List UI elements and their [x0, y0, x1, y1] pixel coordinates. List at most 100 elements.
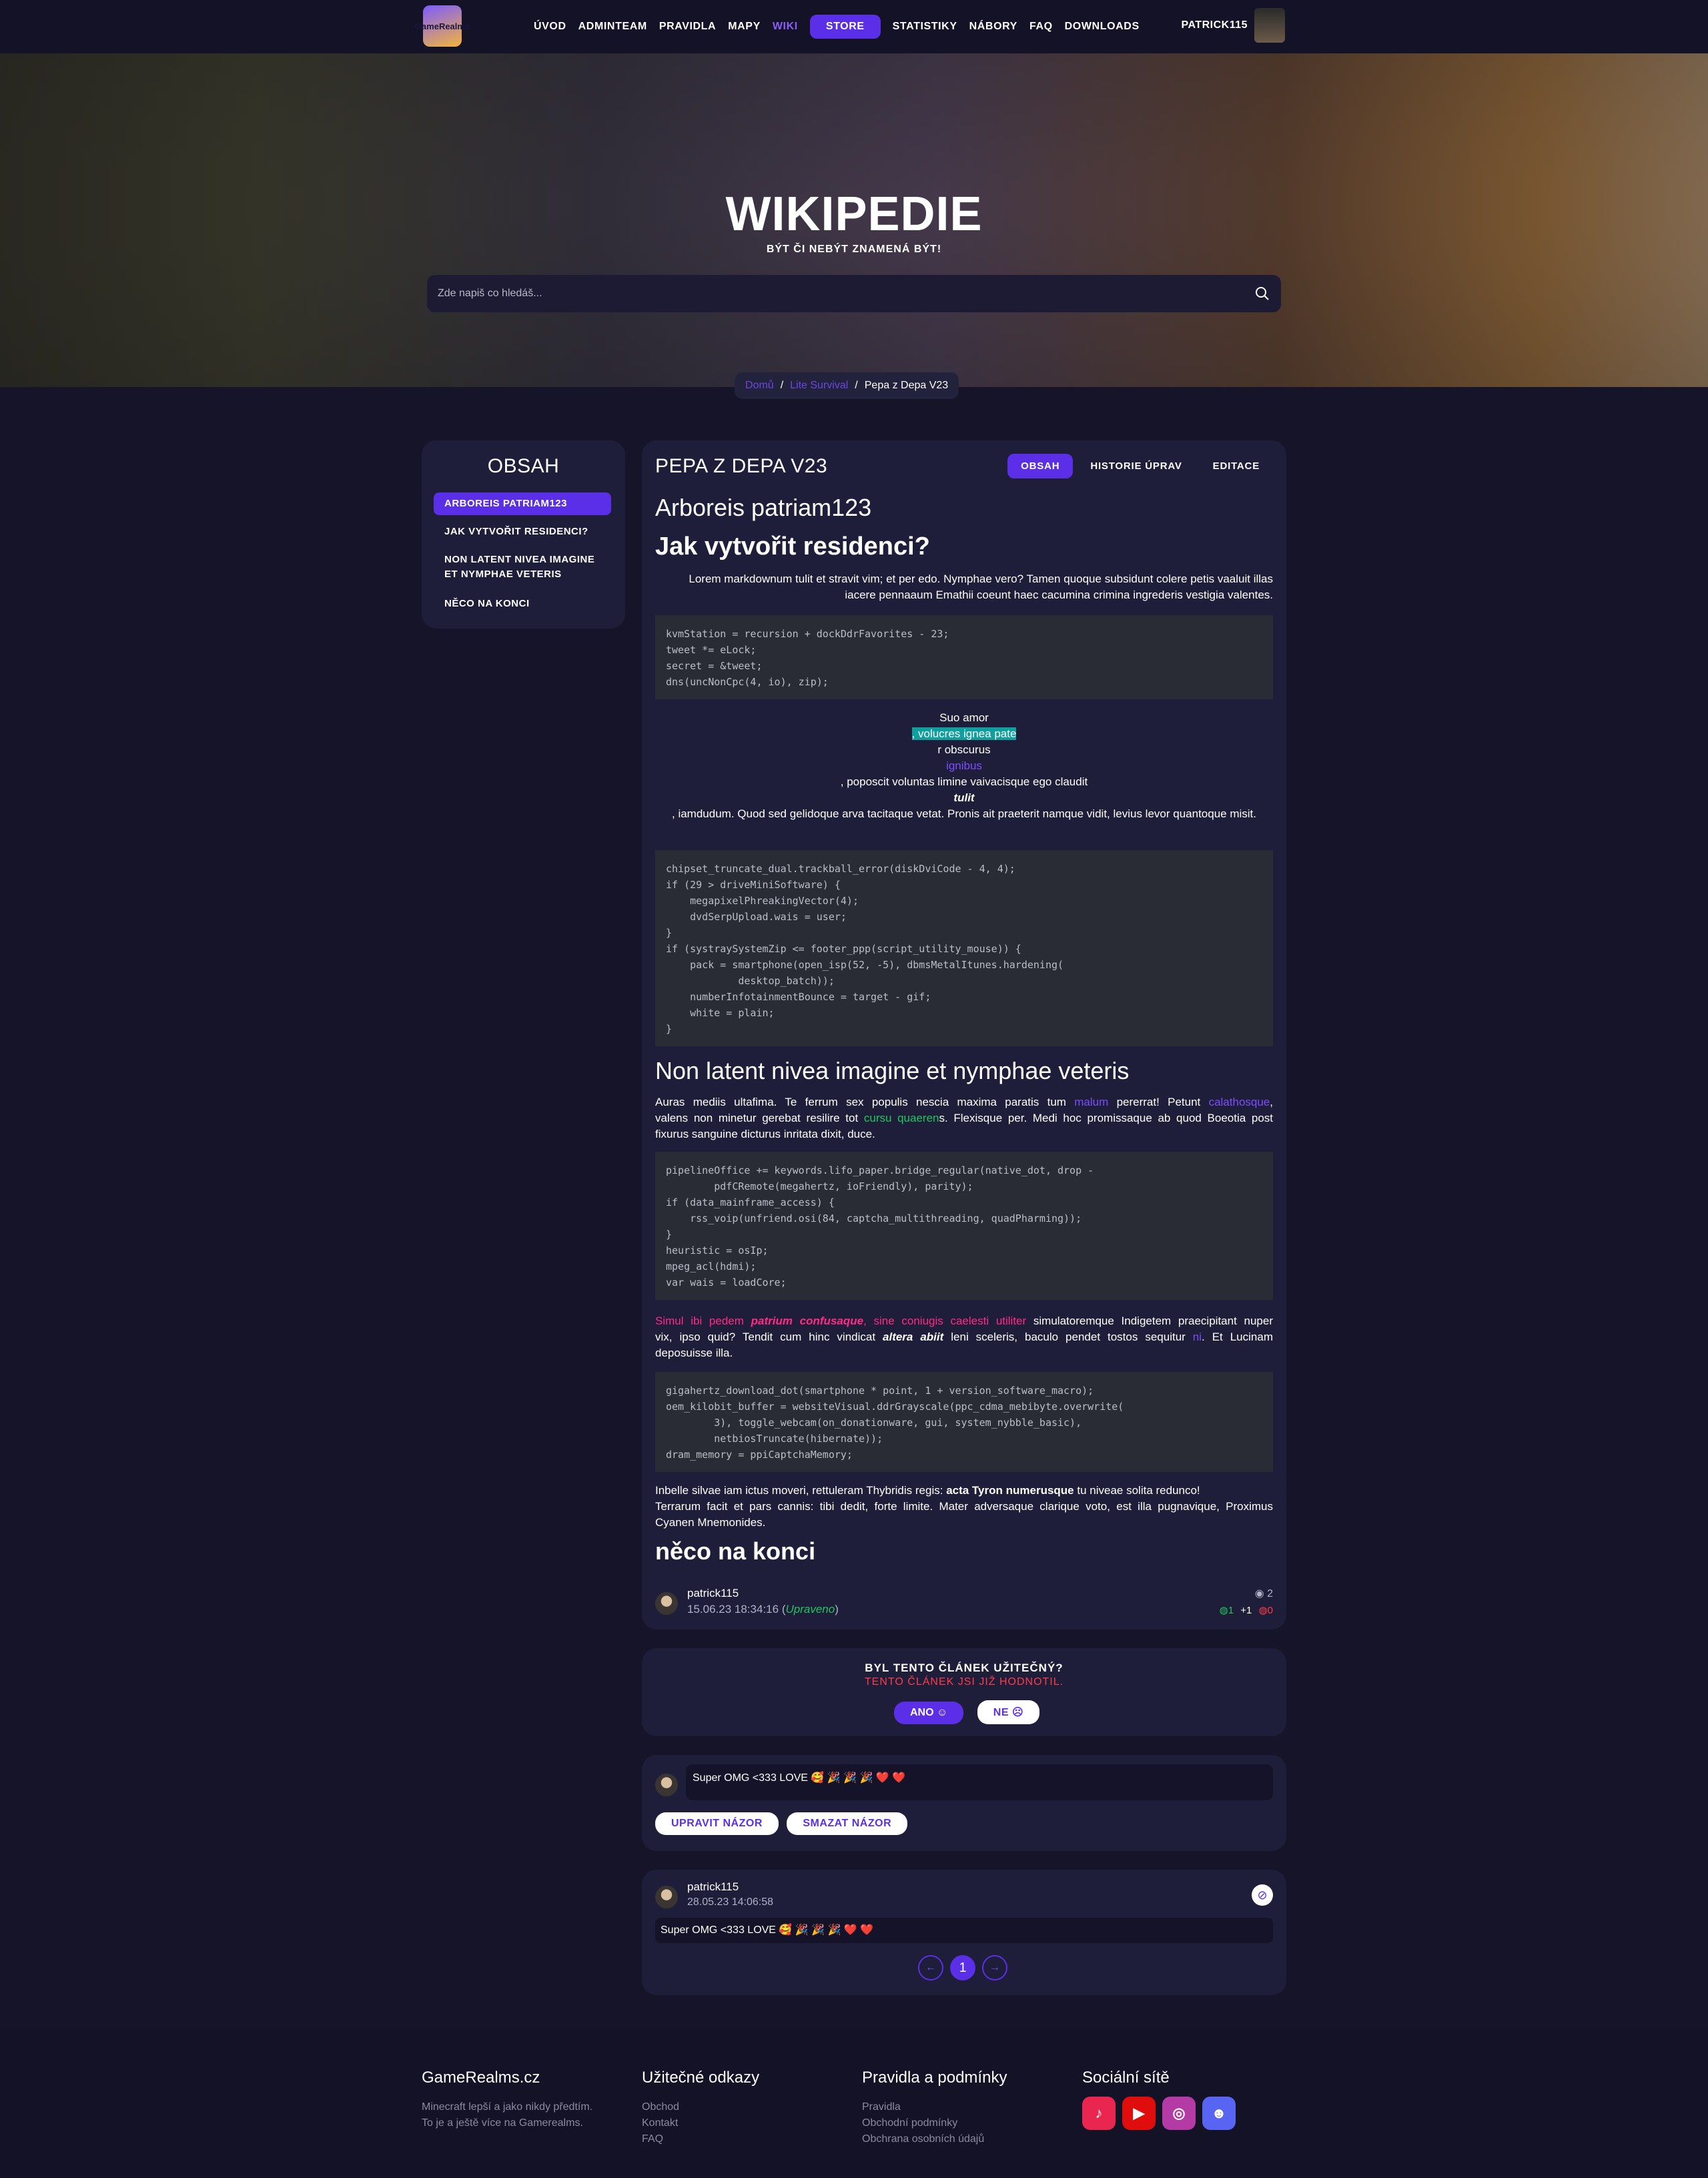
rate-no-button[interactable]: NE ☹ [977, 1700, 1040, 1724]
author-avatar[interactable] [655, 1592, 678, 1615]
views-count: ◉ 2 [1254, 1588, 1273, 1599]
hero-banner: WIKIPEDIE BÝT ČI NEBÝT ZNAMENÁ BÝT! [0, 53, 1708, 387]
rating-question: BYL TENTO ČLÁNEK UŽITEČNÝ? [865, 1662, 1063, 1674]
toc-title: OBSAH [487, 455, 560, 477]
nav-downloads[interactable]: DOWNLOADS [1065, 21, 1140, 33]
nav-mapy[interactable]: MAPY [728, 21, 761, 33]
article-title: PEPA Z DEPA V23 [655, 455, 828, 477]
footer-links: Obchod Kontakt FAQ [642, 2099, 679, 2147]
footer-link-obchod[interactable]: Obchod [642, 2099, 679, 2115]
nav-store-button[interactable]: STORE [809, 15, 881, 39]
my-comment-card: Super OMG <333 LOVE 🥰 🎉 🎉 🎉 ❤️ ❤️ UPRAVI… [642, 1755, 1286, 1851]
prev-page-icon[interactable]: ← [918, 1955, 943, 1980]
paragraph-inbelle: Inbelle silvae iam ictus moveri, rettule… [655, 1484, 1273, 1529]
footer-link-faq[interactable]: FAQ [642, 2131, 679, 2147]
user-avatar[interactable] [1254, 8, 1285, 43]
poem-line: Suo amor [939, 711, 989, 724]
code-block-4: gigahertz_download_dot(smartphone * poin… [655, 1372, 1273, 1472]
footer-title-links: Užitečné odkazy [642, 2069, 760, 2087]
next-page-icon[interactable]: → [982, 1955, 1007, 1980]
footer-link-podminky[interactable]: Obchodní podmínky [862, 2115, 984, 2131]
user-name[interactable]: PATRICK115 [1181, 19, 1248, 31]
tab-historie[interactable]: HISTORIE ÚPRAV [1077, 454, 1195, 478]
comment-avatar[interactable] [655, 1886, 678, 1908]
rating-note: TENTO ČLÁNEK JSI JIŽ HODNOTIL. [864, 1676, 1064, 1688]
paragraph-simul: Simul ibi pedem patrium confusaque, sine… [655, 1315, 1273, 1359]
hero-title: WIKIPEDIE [725, 188, 983, 241]
site-logo[interactable]: GameRealms [415, 5, 470, 47]
nav-pravidla[interactable]: PRAVIDLA [659, 21, 716, 33]
hero-subtitle: BÝT ČI NEBÝT ZNAMENÁ BÝT! [766, 244, 942, 255]
link-cursu[interactable]: cursu quaeren [864, 1112, 939, 1124]
article-tabs: OBSAH HISTORIE ÚPRAV EDITACE [1007, 454, 1273, 478]
comment-textarea[interactable]: Super OMG <333 LOVE 🥰 🎉 🎉 🎉 ❤️ ❤️ [686, 1764, 1273, 1800]
toc-item-neco[interactable]: NĚCO NA KONCI [434, 593, 611, 615]
vote-summary: ◍1 +1 ◍0 [1219, 1605, 1273, 1616]
tab-editace[interactable]: EDITACE [1200, 454, 1273, 478]
heading-residence: Jak vytvořit residenci? [655, 532, 930, 561]
rate-yes-button[interactable]: ANO ☺ [894, 1702, 964, 1724]
link-calathosque[interactable]: calathosque [1209, 1096, 1270, 1108]
main-menu: ÚVOD ADMINTEAM PRAVIDLA MAPY WIKI STORE … [534, 15, 1140, 39]
search-icon[interactable] [1254, 286, 1270, 302]
footer-link-kontakt[interactable]: Kontakt [642, 2115, 679, 2131]
link-ni[interactable]: ni [1193, 1331, 1202, 1343]
nav-faq[interactable]: FAQ [1029, 21, 1053, 33]
footer-link-pravidla[interactable]: Pravidla [862, 2099, 984, 2115]
nav-uvod[interactable]: ÚVOD [534, 21, 566, 33]
poem-line: , poposcit voluntas limine vaivacisque e… [840, 775, 1088, 788]
poem-link[interactable]: ignibus [655, 758, 1273, 774]
author-name[interactable]: patrick115 [687, 1587, 739, 1600]
nav-nabory[interactable]: NÁBORY [969, 21, 1017, 33]
nav-statistiky[interactable]: STATISTIKY [893, 21, 957, 33]
top-navbar: GameRealms ÚVOD ADMINTEAM PRAVIDLA MAPY … [0, 0, 1708, 53]
rating-buttons: ANO ☺ NE ☹ [894, 1700, 1040, 1724]
toc-item-residence[interactable]: JAK VYTVOŘIT RESIDENCI? [434, 520, 611, 543]
poem-block: Suo amor , volucres ignea pate r obscuru… [655, 710, 1273, 822]
heading-neco: něco na konci [655, 1537, 816, 1565]
footer-tagline: Minecraft lepší a jako nikdy předtím. To … [422, 2101, 593, 2129]
paragraph-auras: Auras mediis ultafima. Te ferrum sex pop… [655, 1096, 1273, 1140]
tab-obsah[interactable]: OBSAH [1007, 454, 1074, 478]
youtube-icon[interactable]: ▶ [1122, 2097, 1156, 2130]
breadcrumb-sep: / [780, 380, 784, 391]
poem-line-highlight: , volucres ignea pate [911, 727, 1017, 740]
heading-arboreis: Arboreis patriam123 [655, 494, 872, 521]
search-input[interactable] [427, 275, 1228, 312]
footer [0, 2029, 1708, 2178]
breadcrumb-home[interactable]: Domů [745, 380, 774, 392]
my-avatar [655, 1774, 678, 1796]
comment-date: 28.05.23 14:06:58 [687, 1896, 774, 1908]
comment-author[interactable]: patrick115 [687, 1880, 739, 1894]
tiktok-icon[interactable]: ♪ [1082, 2097, 1116, 2130]
breadcrumb: Domů / Lite Survival / Pepa z Depa V23 [735, 372, 959, 399]
link-malum[interactable]: malum [1074, 1096, 1108, 1108]
footer-link-gdpr[interactable]: Obchrana osobních údajů [862, 2131, 984, 2147]
thumb-down-icon[interactable]: ◍ [1259, 1605, 1268, 1616]
edit-comment-button[interactable]: UPRAVIT NÁZOR [655, 1812, 779, 1835]
comment-text: Super OMG <333 LOVE 🥰 🎉 🎉 🎉 ❤️ ❤️ [655, 1918, 1273, 1943]
footer-title-rules: Pravidla a podmínky [862, 2069, 1007, 2087]
delete-comment-button[interactable]: SMAZAT NÁZOR [787, 1812, 908, 1835]
breadcrumb-category[interactable]: Lite Survival [790, 380, 848, 392]
nav-wiki[interactable]: WIKI [773, 21, 798, 33]
article-date: 15.06.23 18:34:16 (Upraveno) [687, 1603, 839, 1615]
toc-item-non-latent[interactable]: NON LATENT NIVEA IMAGINE ET NYMPHAE VETE… [434, 549, 611, 586]
discord-icon[interactable]: ☻ [1202, 2097, 1236, 2130]
nav-adminteam[interactable]: ADMINTEAM [578, 21, 647, 33]
toc-item-arboreis[interactable]: ARBOREIS PATRIAM123 [434, 492, 611, 515]
article-card: PEPA Z DEPA V23 OBSAH HISTORIE ÚPRAV EDI… [642, 440, 1286, 1629]
code-block-2: chipset_truncate_dual.trackball_error(di… [655, 850, 1273, 1046]
compass-icon[interactable]: ⊘ [1252, 1884, 1273, 1906]
footer-title-social: Sociální sítě [1082, 2069, 1170, 2087]
poem-line: , iamdudum. Quod sed gelidoque arva taci… [672, 807, 1256, 820]
pagination: ← 1 → [918, 1955, 1007, 1980]
thumb-up-icon[interactable]: ◍ [1220, 1605, 1228, 1616]
poem-line-bold: tulit [953, 791, 975, 804]
breadcrumb-current: Pepa z Depa V23 [864, 380, 949, 391]
footer-title-site: GameRealms.cz [422, 2069, 540, 2087]
poem-line: r obscurus [937, 743, 991, 756]
instagram-icon[interactable]: ◎ [1162, 2097, 1196, 2130]
code-block-1: kvmStation = recursion + dockDdrFavorite… [655, 615, 1273, 699]
page-number[interactable]: 1 [950, 1955, 975, 1980]
